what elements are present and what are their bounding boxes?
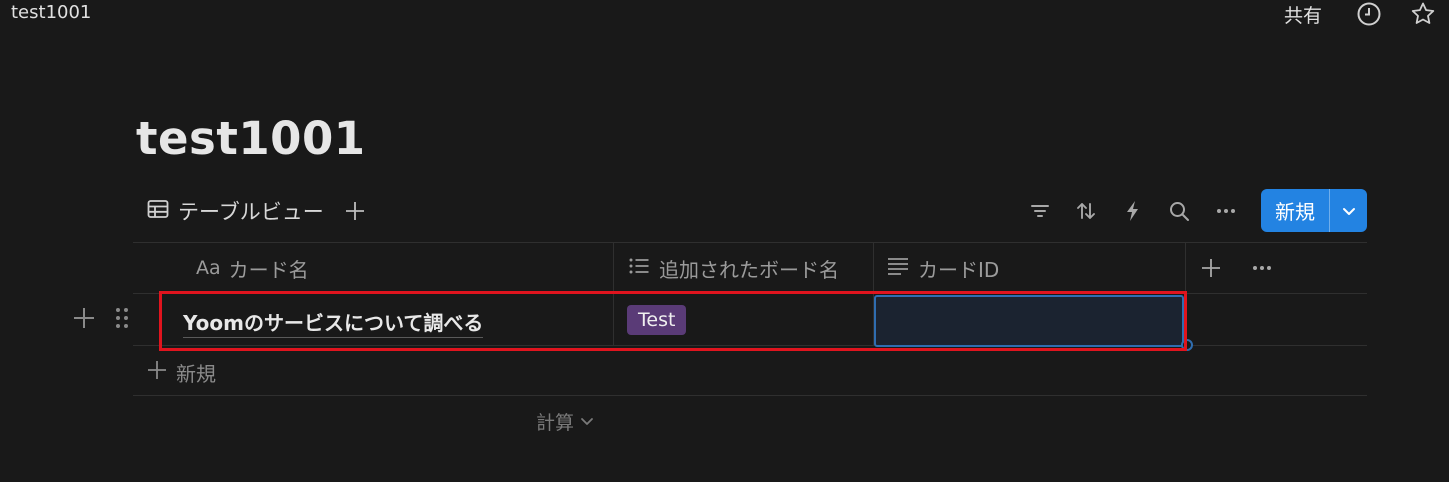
calculate-label: 計算 <box>536 412 575 434</box>
column-type-prefix: Aa <box>196 257 221 279</box>
column-header-label: カードID <box>918 257 1000 282</box>
share-button[interactable]: 共有 <box>1284 1 1322 28</box>
star-icon[interactable] <box>1410 1 1436 27</box>
add-row-plus-icon[interactable] <box>72 306 96 334</box>
new-button[interactable]: 新規 <box>1261 189 1367 232</box>
new-row-label: 新規 <box>176 362 216 386</box>
page-title[interactable]: test1001 <box>136 112 366 165</box>
drag-handle-icon[interactable] <box>110 306 134 334</box>
newrow-bottom-border <box>133 395 1367 396</box>
row-controls <box>72 306 134 334</box>
tab-table-view[interactable]: テーブルビュー <box>146 196 324 226</box>
tab-label: テーブルビュー <box>178 200 324 224</box>
column-header-card-id[interactable]: カードID <box>886 243 999 293</box>
sort-icon[interactable] <box>1073 196 1099 226</box>
search-icon[interactable] <box>1166 196 1192 226</box>
more-icon[interactable] <box>1213 196 1239 226</box>
column-more-icon[interactable] <box>1249 253 1275 283</box>
add-column-plus-icon[interactable] <box>1198 253 1224 283</box>
text-icon <box>886 254 910 283</box>
table-icon <box>146 197 170 226</box>
view-bar: テーブルビュー <box>146 196 366 226</box>
calculate-button[interactable]: 計算 <box>536 408 594 435</box>
chevron-down-icon <box>580 411 594 433</box>
new-button-label[interactable]: 新規 <box>1261 189 1329 232</box>
add-view-plus-icon[interactable] <box>344 200 366 222</box>
breadcrumb[interactable]: test1001 <box>11 2 91 23</box>
column-header-board-name[interactable]: 追加されたボード名 <box>627 243 839 293</box>
column-header-card-name[interactable]: Aa カード名 <box>196 243 309 293</box>
plus-icon <box>146 359 168 386</box>
list-icon <box>627 254 651 283</box>
chevron-down-icon[interactable] <box>1330 189 1367 232</box>
lightning-icon[interactable] <box>1120 196 1146 226</box>
column-header-label: カード名 <box>228 257 309 282</box>
clock-icon[interactable] <box>1356 1 1382 27</box>
top-bar: test1001 共有 <box>0 0 1449 28</box>
add-new-row-button[interactable]: 新規 <box>146 358 216 387</box>
column-header-label: 追加されたボード名 <box>659 257 839 282</box>
row-highlight-box <box>159 291 1187 351</box>
filter-icon[interactable] <box>1027 196 1053 226</box>
